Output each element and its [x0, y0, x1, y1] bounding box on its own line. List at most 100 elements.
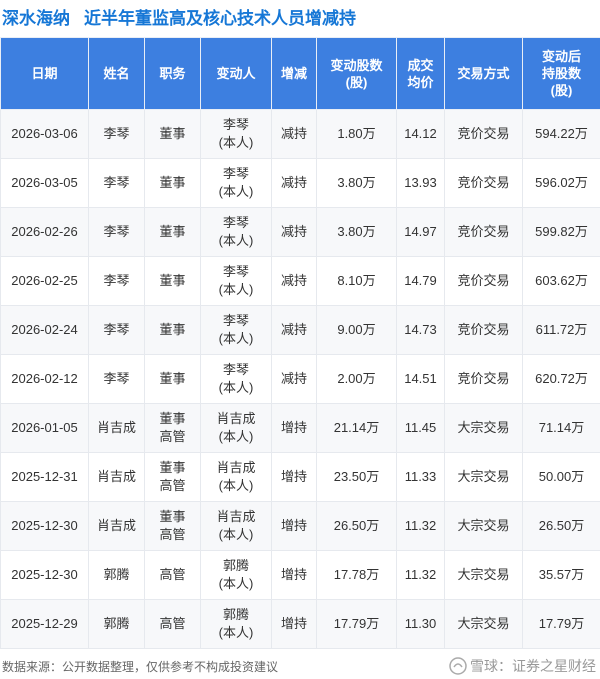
direction-cell-text: 增持 — [280, 567, 307, 582]
after-cell-text: 594.22万 — [535, 126, 588, 141]
price-cell: 11.33 — [396, 452, 445, 502]
shares-cell-text: 3.80万 — [337, 224, 376, 239]
price-cell-text: 11.33 — [404, 469, 437, 484]
price-cell-text: 11.30 — [404, 616, 437, 631]
table-header-row: 日期 姓名 职务 变动人 增减 变动股数 (股) 成交 均价 交易方式 变动后 持股数 (股) — [0, 37, 600, 110]
column-header: 成交 均价 — [396, 37, 445, 110]
changer-cell-text: 肖吉成 — [216, 411, 256, 426]
shares-cell-text: 1.80万 — [337, 126, 376, 141]
role-cell-text: 董事 — [159, 224, 186, 239]
after-cell: 35.57万 — [522, 550, 600, 600]
role-cell-text: 董事 — [159, 175, 186, 190]
name-cell-text: 李琴 — [103, 273, 130, 288]
name-cell-text: 李琴 — [103, 322, 130, 337]
name-cell: 郭腾 — [88, 599, 145, 649]
changer-cell-text: (本人) — [218, 331, 254, 346]
method-cell: 大宗交易 — [444, 501, 523, 551]
title-bar: 深水海纳 近半年董监高及核心技术人员增减持 — [0, 0, 600, 32]
date-cell-text: 2025-12-29 — [11, 616, 78, 631]
role-cell-text: 董事 — [159, 273, 186, 288]
changer-cell: 肖吉成 (本人) — [200, 501, 272, 551]
table-row: 2026-03-05 李琴 董事 李琴 (本人) 减持 3.80万 13.93 竞价交易 596.… — [0, 158, 600, 208]
direction-cell: 增持 — [271, 501, 317, 551]
price-cell: 11.45 — [396, 403, 445, 453]
date-cell-text: 2025-12-31 — [11, 469, 78, 484]
brand-text: 雪球：证券之星财经 — [470, 658, 596, 674]
name-cell: 肖吉成 — [88, 501, 145, 551]
changer-cell-text: (本人) — [218, 380, 254, 395]
changer-cell-text: 李琴 — [222, 313, 249, 328]
changer-cell: 李琴 (本人) — [200, 158, 272, 208]
method-cell: 竞价交易 — [444, 207, 523, 257]
role-cell: 董事 — [144, 207, 201, 257]
role-cell-text: 董事 — [159, 322, 186, 337]
method-cell-text: 大宗交易 — [457, 469, 510, 484]
changer-cell-text: (本人) — [218, 135, 254, 150]
price-cell: 11.30 — [396, 599, 445, 649]
shares-cell: 3.80万 — [316, 207, 397, 257]
table-row: 2026-02-25 李琴 董事 李琴 (本人) 减持 8.10万 14.79 竞价交易 603.… — [0, 256, 600, 306]
shares-cell-text: 17.78万 — [333, 567, 380, 582]
column-header-text: 日期 — [31, 66, 58, 81]
column-header-text: 变动股数 — [330, 57, 383, 73]
name-cell-text: 李琴 — [103, 224, 130, 239]
changer-cell: 郭腾 (本人) — [200, 550, 272, 600]
changer-cell: 李琴 (本人) — [200, 109, 272, 159]
shares-cell-text: 3.80万 — [337, 175, 376, 190]
method-cell: 竞价交易 — [444, 109, 523, 159]
after-cell-text: 620.72万 — [535, 371, 588, 386]
data-source-note: 数据来源：公开数据整理，仅供参考不构成投资建议 — [2, 659, 279, 674]
after-cell-text: 26.50万 — [538, 518, 585, 533]
changer-cell: 肖吉成 (本人) — [200, 452, 272, 502]
shares-cell-text: 8.10万 — [337, 273, 376, 288]
company-name: 深水海纳 — [2, 8, 70, 28]
direction-cell: 减持 — [271, 207, 317, 257]
date-cell: 2025-12-31 — [0, 452, 89, 502]
after-cell: 17.79万 — [522, 599, 600, 649]
shares-cell: 2.00万 — [316, 354, 397, 404]
method-cell: 竞价交易 — [444, 158, 523, 208]
shares-cell: 8.10万 — [316, 256, 397, 306]
after-cell-text: 71.14万 — [538, 420, 585, 435]
method-cell-text: 竞价交易 — [457, 273, 510, 288]
changer-cell-text: (本人) — [218, 184, 254, 199]
date-cell: 2026-02-26 — [0, 207, 89, 257]
changer-cell-text: (本人) — [218, 478, 254, 493]
changer-cell: 肖吉成 (本人) — [200, 403, 272, 453]
price-cell: 14.51 — [396, 354, 445, 404]
date-cell: 2026-02-12 — [0, 354, 89, 404]
name-cell: 李琴 — [88, 207, 145, 257]
shares-cell: 17.79万 — [316, 599, 397, 649]
shares-cell: 1.80万 — [316, 109, 397, 159]
direction-cell-text: 减持 — [280, 273, 307, 288]
role-cell-text: 高管 — [159, 478, 186, 493]
direction-cell-text: 减持 — [280, 371, 307, 386]
changer-cell-text: 肖吉成 — [216, 509, 256, 524]
changer-cell-text: (本人) — [218, 429, 254, 444]
table-row: 2026-01-05 肖吉成 董事 高管 肖吉成 (本人) 增持 21.14万 11.45 大宗交… — [0, 403, 600, 453]
price-cell-text: 14.51 — [404, 371, 437, 386]
after-cell-text: 17.79万 — [538, 616, 585, 631]
changer-cell-text: 郭腾 — [222, 607, 249, 622]
shares-cell: 9.00万 — [316, 305, 397, 355]
shares-cell: 21.14万 — [316, 403, 397, 453]
price-cell: 11.32 — [396, 550, 445, 600]
changer-cell-text: 李琴 — [222, 117, 249, 132]
direction-cell-text: 增持 — [280, 518, 307, 533]
name-cell: 李琴 — [88, 305, 145, 355]
snowball-icon — [449, 657, 467, 675]
role-cell-text: 董事 — [159, 126, 186, 141]
date-cell: 2026-03-05 — [0, 158, 89, 208]
name-cell-text: 李琴 — [103, 126, 130, 141]
direction-cell: 减持 — [271, 354, 317, 404]
column-header: 日期 — [0, 37, 89, 110]
column-header-text: (股) — [345, 74, 368, 90]
table-row: 2025-12-30 肖吉成 董事 高管 肖吉成 (本人) 增持 26.50万 11.32 大宗交… — [0, 501, 600, 551]
role-cell: 高管 — [144, 550, 201, 600]
name-cell: 肖吉成 — [88, 452, 145, 502]
after-cell-text: 611.72万 — [535, 322, 588, 337]
price-cell-text: 11.32 — [404, 567, 437, 582]
name-cell-text: 李琴 — [103, 175, 130, 190]
column-header: 交易方式 — [444, 37, 523, 110]
column-header-text: 成交 — [407, 57, 434, 73]
